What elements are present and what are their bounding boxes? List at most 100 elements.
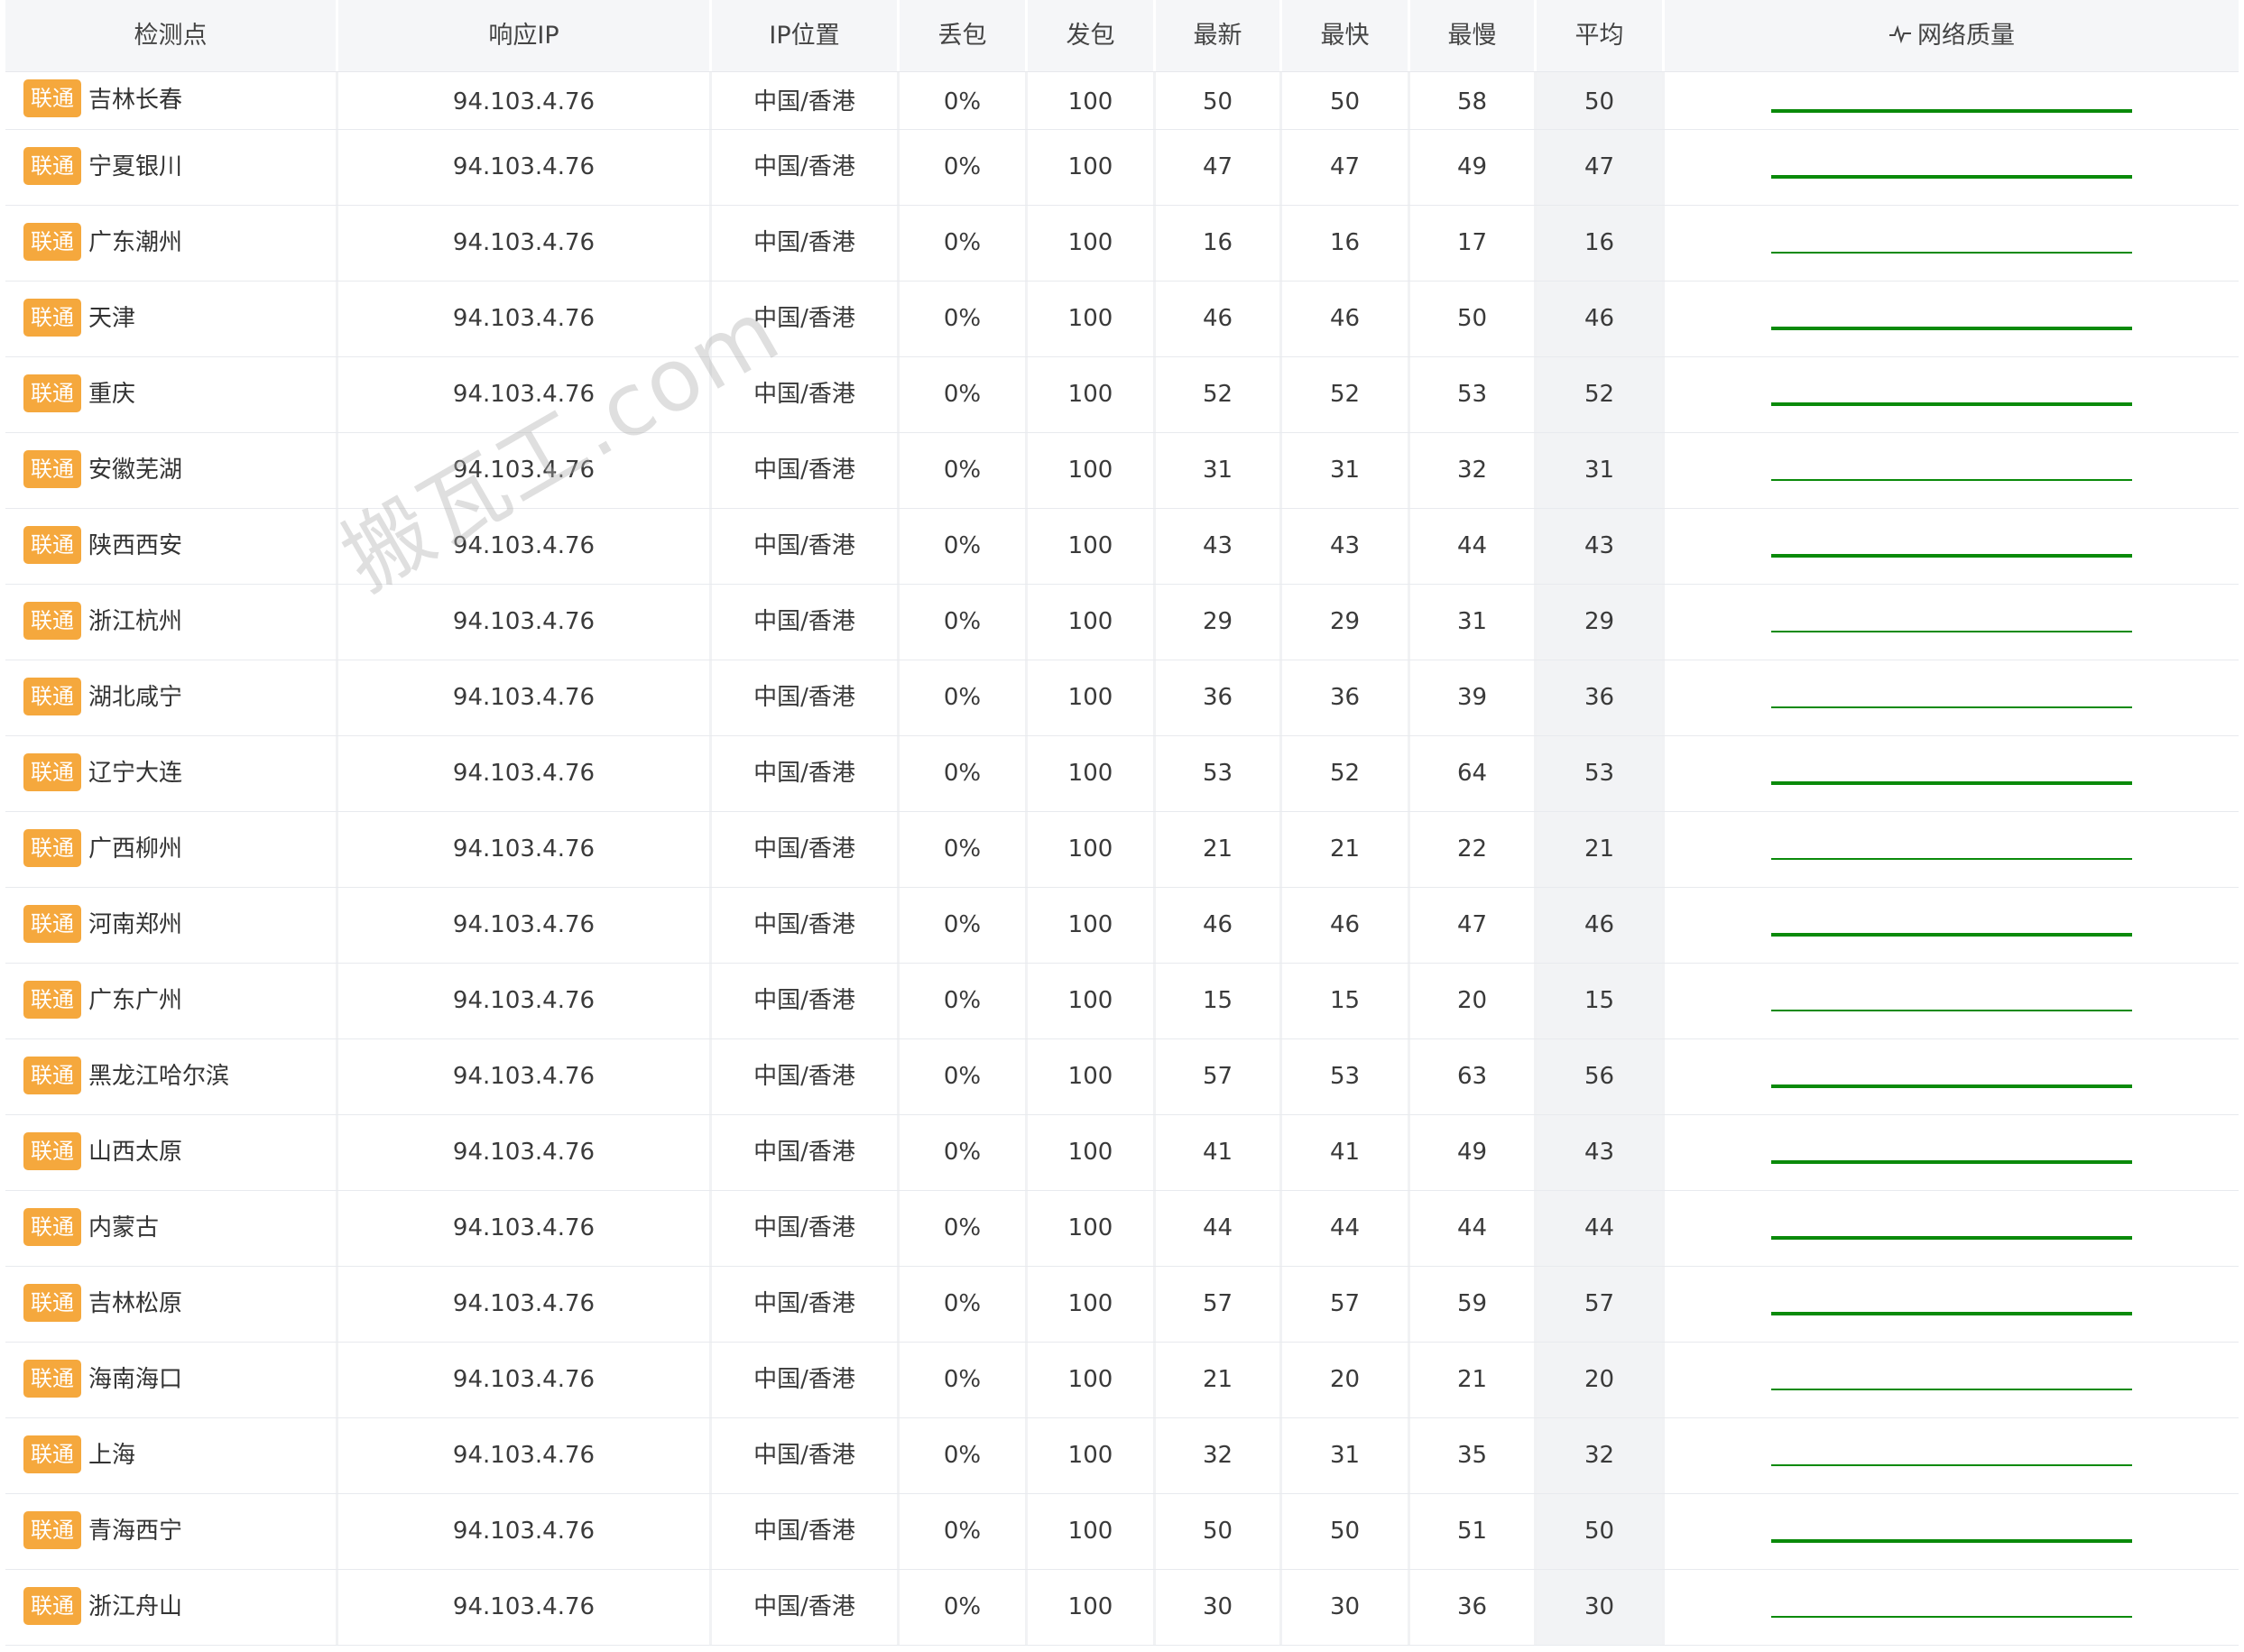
node-name: 青海西宁 — [88, 1518, 183, 1545]
quality-sparkline — [1771, 1389, 2132, 1390]
table-row[interactable]: 联通 浙江杭州 94.103.4.76 中国/香港 0% 100 29 29 31 29 — [5, 585, 2239, 660]
loss-cell: 0% — [900, 964, 1028, 1038]
isp-badge: 联通 — [23, 1359, 81, 1398]
isp-badge: 联通 — [23, 1510, 81, 1549]
ip-cell: 94.103.4.76 — [338, 1191, 712, 1266]
table-row[interactable]: 联通 重庆 94.103.4.76 中国/香港 0% 100 52 52 53 52 — [5, 357, 2239, 433]
node-name: 吉林松原 — [88, 1290, 183, 1317]
quality-sparkline — [1771, 1464, 2132, 1466]
location-cell: 中国/香港 — [712, 1343, 900, 1417]
table-row[interactable]: 联通 宁夏银川 94.103.4.76 中国/香港 0% 100 47 47 49 47 — [5, 130, 2239, 206]
quality-sparkline — [1771, 1010, 2132, 1011]
col-header-avg[interactable]: 平均 — [1537, 0, 1665, 71]
worst-cell: 51 — [1410, 1494, 1537, 1569]
quality-sparkline — [1771, 781, 2132, 785]
quality-cell — [1665, 72, 2239, 129]
table-row[interactable]: 联通 陕西西安 94.103.4.76 中国/香港 0% 100 43 43 44 43 — [5, 509, 2239, 585]
best-cell: 16 — [1282, 206, 1410, 281]
col-header-quality[interactable]: 网络质量 — [1665, 0, 2239, 71]
best-cell: 57 — [1282, 1267, 1410, 1342]
location-cell: 中国/香港 — [712, 660, 900, 735]
avg-cell: 31 — [1537, 433, 1665, 508]
quality-cell — [1665, 1343, 2239, 1417]
quality-cell — [1665, 1494, 2239, 1569]
isp-badge: 联通 — [23, 1435, 81, 1473]
node-name: 广西柳州 — [88, 835, 183, 863]
quality-sparkline — [1771, 1616, 2132, 1618]
col-header-best[interactable]: 最快 — [1282, 0, 1410, 71]
location-cell: 中国/香港 — [712, 1418, 900, 1493]
sent-cell: 100 — [1028, 660, 1156, 735]
node-name: 重庆 — [88, 381, 136, 408]
col-header-loss[interactable]: 丢包 — [900, 0, 1028, 71]
last-cell: 46 — [1156, 281, 1282, 356]
table-row[interactable]: 联通 广东广州 94.103.4.76 中国/香港 0% 100 15 15 20 15 — [5, 964, 2239, 1039]
col-header-node[interactable]: 检测点 — [5, 0, 338, 71]
table-row[interactable]: 联通 海南海口 94.103.4.76 中国/香港 0% 100 21 20 21 20 — [5, 1343, 2239, 1418]
best-cell: 47 — [1282, 130, 1410, 205]
table-row[interactable]: 联通 吉林长春 94.103.4.76 中国/香港 0% 100 50 50 58 50 — [5, 72, 2239, 130]
loss-cell: 0% — [900, 660, 1028, 735]
col-header-quality-label: 网络质量 — [1917, 22, 2015, 50]
quality-cell — [1665, 660, 2239, 735]
node-cell: 联通 广东潮州 — [5, 206, 338, 281]
ip-cell: 94.103.4.76 — [338, 1418, 712, 1493]
table-row[interactable]: 联通 广西柳州 94.103.4.76 中国/香港 0% 100 21 21 22 21 — [5, 812, 2239, 888]
loss-cell: 0% — [900, 281, 1028, 356]
col-header-sent[interactable]: 发包 — [1028, 0, 1156, 71]
best-cell: 50 — [1282, 72, 1410, 129]
sent-cell: 100 — [1028, 281, 1156, 356]
avg-cell: 36 — [1537, 660, 1665, 735]
node-name: 浙江舟山 — [88, 1593, 183, 1620]
quality-cell — [1665, 1191, 2239, 1266]
ip-cell: 94.103.4.76 — [338, 585, 712, 660]
col-header-last[interactable]: 最新 — [1156, 0, 1282, 71]
quality-cell — [1665, 888, 2239, 963]
node-name: 广东广州 — [88, 987, 183, 1014]
table-row[interactable]: 联通 青海西宁 94.103.4.76 中国/香港 0% 100 50 50 51 50 — [5, 1494, 2239, 1570]
col-header-worst[interactable]: 最慢 — [1410, 0, 1537, 71]
table-row[interactable]: 联通 黑龙江哈尔滨 94.103.4.76 中国/香港 0% 100 57 53 63 56 — [5, 1039, 2239, 1115]
best-cell: 52 — [1282, 357, 1410, 432]
isp-badge: 联通 — [23, 1586, 81, 1625]
table-row[interactable]: 联通 河南郑州 94.103.4.76 中国/香港 0% 100 46 46 47 46 — [5, 888, 2239, 964]
table-row[interactable]: 联通 浙江舟山 94.103.4.76 中国/香港 0% 100 30 30 36 30 — [5, 1570, 2239, 1646]
avg-cell: 15 — [1537, 964, 1665, 1038]
table-row[interactable]: 联通 辽宁大连 94.103.4.76 中国/香港 0% 100 53 52 64 53 — [5, 736, 2239, 812]
node-cell: 联通 浙江杭州 — [5, 585, 338, 660]
last-cell: 47 — [1156, 130, 1282, 205]
table-row[interactable]: 联通 山西太原 94.103.4.76 中国/香港 0% 100 41 41 49 43 — [5, 1115, 2239, 1191]
quality-cell — [1665, 433, 2239, 508]
col-header-ip[interactable]: 响应IP — [338, 0, 712, 71]
location-cell: 中国/香港 — [712, 736, 900, 811]
best-cell: 20 — [1282, 1343, 1410, 1417]
last-cell: 41 — [1156, 1115, 1282, 1190]
last-cell: 36 — [1156, 660, 1282, 735]
sent-cell: 100 — [1028, 433, 1156, 508]
table-row[interactable]: 联通 内蒙古 94.103.4.76 中国/香港 0% 100 44 44 44 44 — [5, 1191, 2239, 1267]
ip-cell: 94.103.4.76 — [338, 1267, 712, 1342]
quality-cell — [1665, 1570, 2239, 1645]
avg-cell: 21 — [1537, 812, 1665, 887]
table-row[interactable]: 联通 天津 94.103.4.76 中国/香港 0% 100 46 46 50 46 — [5, 281, 2239, 357]
table-row[interactable]: 联通 湖北咸宁 94.103.4.76 中国/香港 0% 100 36 36 39 36 — [5, 660, 2239, 736]
node-name: 天津 — [88, 305, 136, 332]
col-header-location[interactable]: IP位置 — [712, 0, 900, 71]
isp-badge: 联通 — [23, 298, 81, 337]
table-row[interactable]: 联通 广东潮州 94.103.4.76 中国/香港 0% 100 16 16 17 16 — [5, 206, 2239, 281]
ip-cell: 94.103.4.76 — [338, 1115, 712, 1190]
table-body: 联通 吉林长春 94.103.4.76 中国/香港 0% 100 50 50 58 50 联通 宁夏银… — [5, 72, 2239, 1646]
table-row[interactable]: 联通 安徽芜湖 94.103.4.76 中国/香港 0% 100 31 31 32 31 — [5, 433, 2239, 509]
worst-cell: 31 — [1410, 585, 1537, 660]
sent-cell: 100 — [1028, 736, 1156, 811]
best-cell: 52 — [1282, 736, 1410, 811]
worst-cell: 44 — [1410, 509, 1537, 584]
table-row[interactable]: 联通 上海 94.103.4.76 中国/香港 0% 100 32 31 35 32 — [5, 1418, 2239, 1494]
last-cell: 15 — [1156, 964, 1282, 1038]
sent-cell: 100 — [1028, 1494, 1156, 1569]
isp-badge: 联通 — [23, 146, 81, 185]
table-row[interactable]: 联通 吉林松原 94.103.4.76 中国/香港 0% 100 57 57 59 57 — [5, 1267, 2239, 1343]
isp-badge: 联通 — [23, 980, 81, 1019]
avg-cell: 20 — [1537, 1343, 1665, 1417]
node-name: 湖北咸宁 — [88, 684, 183, 711]
